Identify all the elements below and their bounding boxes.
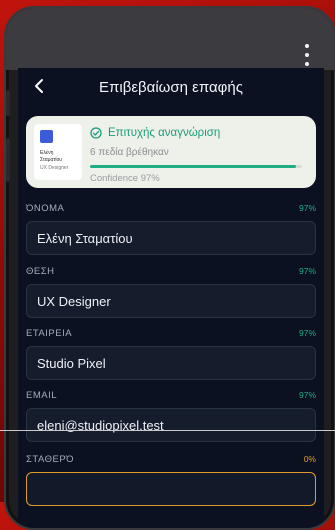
company-input[interactable]: Studio Pixel xyxy=(26,346,316,380)
volume-button xyxy=(6,90,10,116)
field-company: ΕΤΑΙΡΕΙΑ 97% Studio Pixel xyxy=(26,326,316,380)
status-bar-area xyxy=(6,8,334,70)
field-label: ΘΕΣΗ xyxy=(26,265,55,277)
confidence-progress-fill xyxy=(90,165,296,168)
thumb-role: UX Designer xyxy=(40,165,69,171)
confidence-text: Confidence 97% xyxy=(90,173,160,184)
field-label: ΣΤΑΘΕΡΌ xyxy=(26,453,75,465)
field-email: EMAIL 97% eleni@studiopixel.test xyxy=(26,388,316,442)
app-screen: Επιβεβαίωση επαφής Ελένη Σταματίου UX De… xyxy=(18,68,324,528)
field-label: EMAIL xyxy=(26,389,58,401)
phone-frame: Επιβεβαίωση επαφής Ελένη Σταματίου UX De… xyxy=(4,6,335,530)
status-text: Επιτυχής αναγνώριση xyxy=(108,127,221,139)
fields-found-text: 6 πεδία βρέθηκαν xyxy=(90,147,169,158)
field-name: ΌΝΟΜΑ 97% Ελένη Σταματίου xyxy=(26,201,316,255)
field-label: ΕΤΑΙΡΕΙΑ xyxy=(26,327,73,339)
status-row: Επιτυχής αναγνώριση xyxy=(90,127,220,139)
thumb-name-1: Ελένη xyxy=(40,150,54,156)
scan-result-card: Ελένη Σταματίου UX Designer Επιτυχής ανα… xyxy=(26,116,316,188)
power-button xyxy=(6,138,10,182)
field-confidence: 97% xyxy=(298,266,316,276)
more-vert-icon[interactable] xyxy=(304,44,310,71)
field-landline: ΣΤΑΘΕΡΌ 0% xyxy=(26,452,316,506)
field-confidence: 97% xyxy=(298,390,316,400)
card-logo-icon xyxy=(40,130,53,143)
email-input[interactable]: eleni@studiopixel.test xyxy=(26,408,316,442)
app-bar: Επιβεβαίωση επαφής xyxy=(18,68,324,108)
thumb-name-2: Σταματίου xyxy=(40,157,63,163)
page-title: Επιβεβαίωση επαφής xyxy=(99,79,243,96)
landline-input[interactable] xyxy=(26,472,316,506)
field-title: ΘΕΣΗ 97% UX Designer xyxy=(26,264,316,318)
business-card-thumbnail[interactable]: Ελένη Σταματίου UX Designer xyxy=(34,124,82,180)
title-input[interactable]: UX Designer xyxy=(26,284,316,318)
field-confidence: 0% xyxy=(303,454,316,464)
field-confidence: 97% xyxy=(298,203,316,213)
field-confidence: 97% xyxy=(298,328,316,338)
check-circle-icon xyxy=(90,127,102,139)
confidence-progress-bar xyxy=(90,165,302,168)
name-input[interactable]: Ελένη Σταματίου xyxy=(26,221,316,255)
divider-line xyxy=(0,430,335,431)
field-label: ΌΝΟΜΑ xyxy=(26,202,65,214)
